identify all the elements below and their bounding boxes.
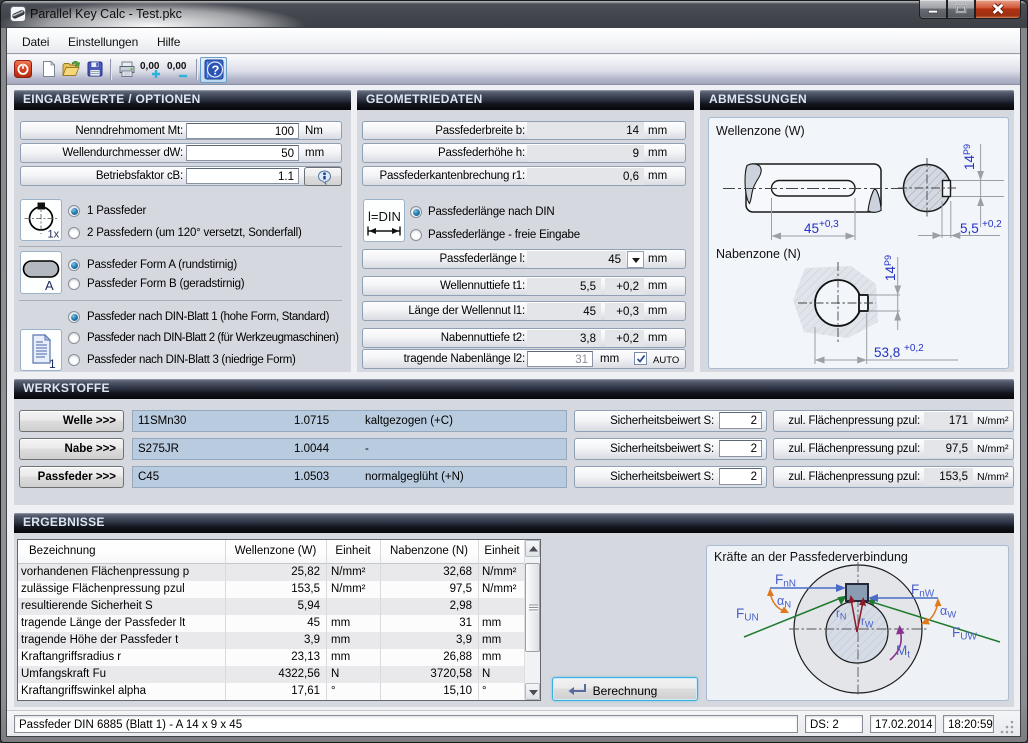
svg-text:FUN: FUN xyxy=(736,606,759,624)
svg-text:+0,3: +0,3 xyxy=(819,219,839,230)
svg-text:14P9: 14P9 xyxy=(883,255,898,281)
svg-text:l=DIN: l=DIN xyxy=(368,209,401,224)
svg-text:1x: 1x xyxy=(48,229,60,241)
svg-text:14P9: 14P9 xyxy=(962,144,977,170)
svg-text:FnW: FnW xyxy=(911,582,935,600)
svg-text:+0,2: +0,2 xyxy=(904,343,924,354)
svg-text:?: ? xyxy=(212,63,220,78)
svg-text:Wellenzone (W): Wellenzone (W) xyxy=(716,124,805,138)
svg-text:FnN: FnN xyxy=(775,572,796,590)
svg-text:Kräfte an der Passfederverbind: Kräfte an der Passfederverbindung xyxy=(714,550,908,564)
svg-text:+0,2: +0,2 xyxy=(982,219,1002,230)
svg-text:1: 1 xyxy=(49,357,56,370)
svg-text:A: A xyxy=(45,278,54,293)
svg-text:αW: αW xyxy=(940,604,956,621)
svg-text:53,8: 53,8 xyxy=(874,345,900,360)
svg-text:Nabenzone (N): Nabenzone (N) xyxy=(716,247,801,261)
svg-text:5,5: 5,5 xyxy=(960,221,979,236)
svg-text:45: 45 xyxy=(804,221,819,236)
svg-text:FUW: FUW xyxy=(952,625,977,643)
